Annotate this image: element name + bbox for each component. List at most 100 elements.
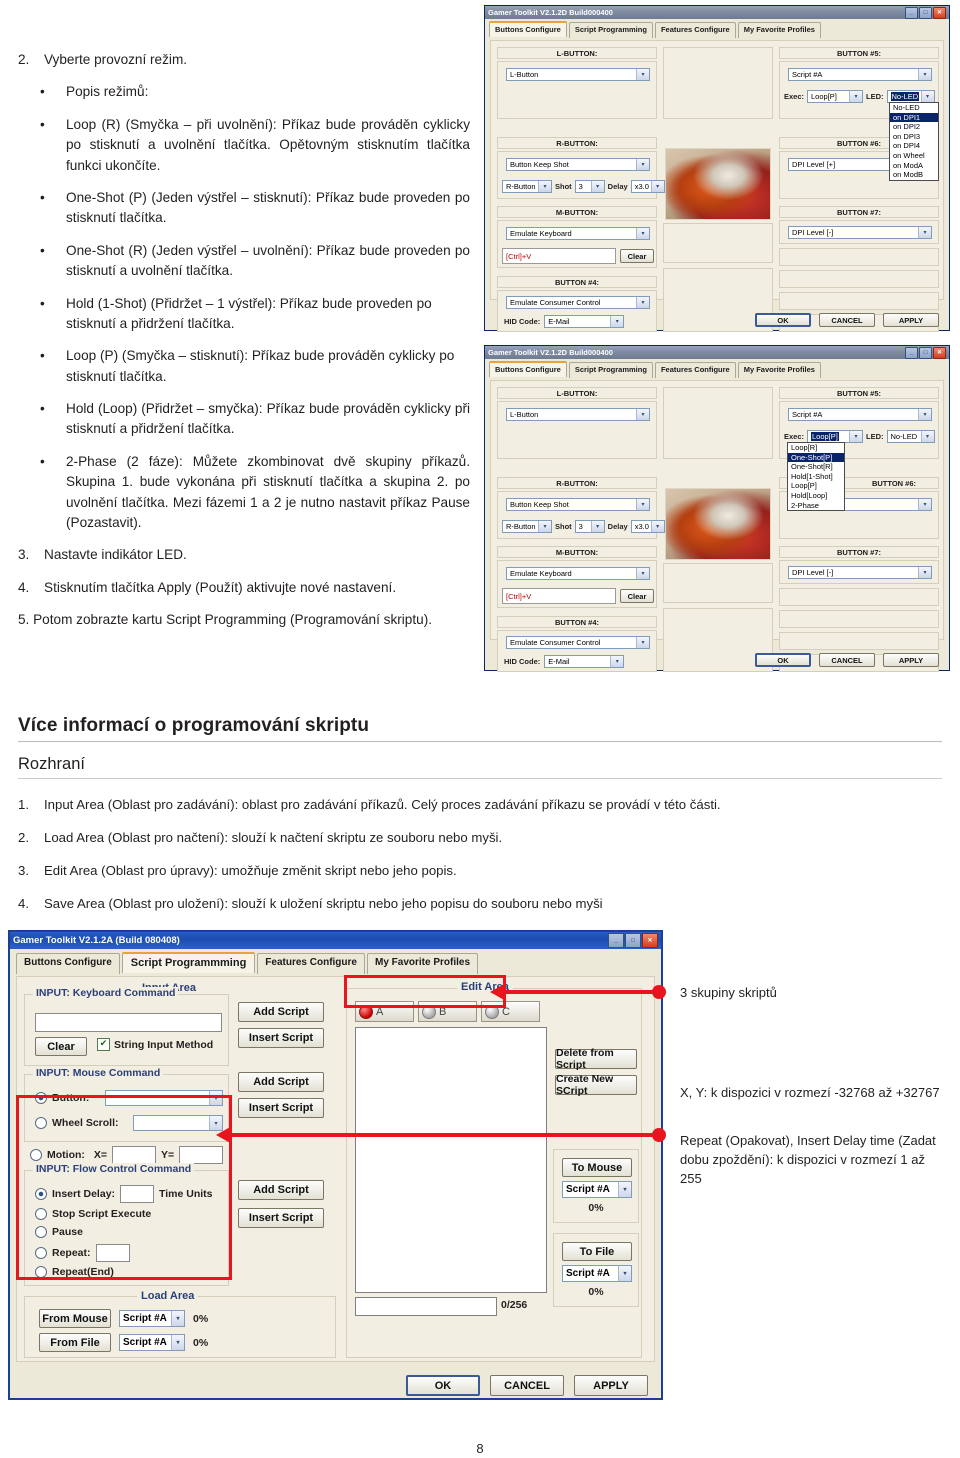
hid-select[interactable]: E-Mail ▾ [544, 655, 625, 668]
close-icon[interactable]: ✕ [933, 346, 946, 359]
radio-unselected-icon[interactable] [35, 1266, 47, 1278]
script-slot-tabs[interactable]: A B C [355, 1001, 540, 1022]
tab-script-programming[interactable]: Script Programming [568, 362, 653, 378]
repeat-input[interactable] [95, 1244, 130, 1262]
exec-option-6[interactable]: 2-Phase [788, 501, 844, 511]
wheel-scroll-row[interactable]: Wheel Scroll: ▾ [35, 1115, 223, 1131]
led-option-1[interactable]: on DPI1 [890, 112, 938, 123]
led-select[interactable]: No-LED ▾ [886, 430, 935, 443]
script-list-box[interactable] [355, 1027, 547, 1293]
window-controls[interactable]: _ □ ✕ [905, 6, 946, 19]
mouse-button-row[interactable]: Button: ▾ [35, 1090, 223, 1106]
ok-button[interactable]: OK [406, 1375, 480, 1396]
exec-option-0[interactable]: Loop[R] [788, 443, 844, 453]
tab-bar[interactable]: Buttons Configure Script Programming Fea… [485, 359, 949, 378]
script-slot-b[interactable]: B [418, 1001, 477, 1022]
checkbox-icon[interactable]: ✔ [97, 1038, 110, 1051]
tab-my-favorite-profiles[interactable]: My Favorite Profiles [737, 22, 821, 38]
from-mouse-script-select[interactable]: Script #A ▾ [119, 1310, 185, 1327]
to-mouse-button[interactable]: To Mouse [562, 1158, 632, 1177]
apply-button[interactable]: APPLY [883, 313, 939, 327]
from-file-row[interactable]: From File Script #A ▾ 0% [39, 1333, 208, 1352]
tab-features-configure[interactable]: Features Configure [257, 953, 365, 974]
script-slot-c[interactable]: C [481, 1001, 540, 1022]
ok-button[interactable]: OK [755, 653, 811, 667]
insert-script-button-mouse[interactable]: Insert Script [238, 1098, 324, 1118]
pause-row[interactable]: Pause [35, 1226, 83, 1238]
led-option-4[interactable]: on DPI4 [890, 141, 938, 151]
lbutton-select[interactable]: L-Button ▾ [506, 408, 650, 421]
clear-button[interactable]: Clear [35, 1037, 87, 1056]
tab-buttons-configure[interactable]: Buttons Configure [489, 361, 567, 377]
maximize-icon[interactable]: □ [625, 933, 641, 948]
cancel-button[interactable]: CANCEL [819, 313, 875, 327]
tab-features-configure[interactable]: Features Configure [654, 362, 736, 378]
maximize-icon[interactable]: □ [919, 346, 932, 359]
script-slot-a[interactable]: A [355, 1001, 414, 1022]
window-controls[interactable]: _ □ ✕ [905, 346, 946, 359]
led-option-2[interactable]: on DPI2 [890, 122, 938, 132]
to-file-script-select[interactable]: Script #A ▾ [562, 1265, 632, 1282]
motion-x-input[interactable] [112, 1146, 157, 1164]
radio-selected-icon[interactable] [35, 1092, 47, 1104]
clear-button[interactable]: Clear [620, 249, 654, 263]
tab-my-favorite-profiles[interactable]: My Favorite Profiles [737, 362, 821, 378]
apply-button[interactable]: APPLY [883, 653, 939, 667]
tab-buttons-configure[interactable]: Buttons Configure [489, 21, 567, 37]
from-file-script-select[interactable]: Script #A ▾ [119, 1334, 185, 1351]
add-script-button-keyboard[interactable]: Add Script [238, 1002, 324, 1022]
tab-features-configure[interactable]: Features Configure [654, 22, 736, 38]
from-file-button[interactable]: From File [39, 1333, 111, 1352]
button4-select[interactable]: Emulate Consumer Control ▾ [506, 296, 650, 309]
button5-select[interactable]: Script #A ▾ [788, 408, 932, 421]
add-script-button-mouse[interactable]: Add Script [238, 1072, 324, 1092]
mbutton-select[interactable]: Emulate Keyboard ▾ [506, 567, 650, 580]
minimize-icon[interactable]: _ [608, 933, 624, 948]
clear-button[interactable]: Clear [620, 589, 654, 603]
insert-delay-row[interactable]: Insert Delay: Time Units [35, 1185, 213, 1203]
tab-script-programming[interactable]: Script Programmming [121, 952, 256, 973]
cancel-button[interactable]: CANCEL [819, 653, 875, 667]
led-option-6[interactable]: on ModA [890, 161, 938, 171]
mbutton-select[interactable]: Emulate Keyboard ▾ [506, 227, 650, 240]
led-dropdown-list[interactable]: No-LED on DPI1 on DPI2 on DPI3 on DPI4 o… [889, 102, 939, 181]
led-option-7[interactable]: on ModB [890, 170, 938, 180]
gamer-toolkit-window-1[interactable]: Gamer Toolkit V2.1.2D Build000400 _ □ ✕ … [484, 5, 950, 332]
apply-button[interactable]: APPLY [574, 1375, 648, 1396]
rbutton-select[interactable]: Button Keep Shot ▾ [506, 158, 650, 171]
wheel-scroll-select[interactable]: ▾ [133, 1115, 223, 1131]
close-icon[interactable]: ✕ [933, 6, 946, 19]
keyboard-macro-input[interactable]: [Ctrl]+V [502, 588, 616, 604]
delay-select[interactable]: x3.0 ▾ [630, 180, 665, 193]
minimize-icon[interactable]: _ [905, 346, 918, 359]
exec-select[interactable]: Loop[P] ▾ [807, 90, 864, 103]
exec-option-1[interactable]: One-Shot[P] [788, 452, 844, 463]
tab-my-favorite-profiles[interactable]: My Favorite Profiles [366, 953, 479, 974]
repeat-end-row[interactable]: Repeat(End) [35, 1266, 114, 1278]
close-icon[interactable]: ✕ [642, 933, 658, 948]
window-controls[interactable]: _ □ ✕ [608, 933, 658, 948]
delete-from-script-button[interactable]: Delete from Script [555, 1047, 637, 1071]
insert-script-button-keyboard[interactable]: Insert Script [238, 1028, 324, 1048]
motion-y-input[interactable] [179, 1146, 224, 1164]
add-script-button-flow[interactable]: Add Script [238, 1180, 324, 1200]
from-mouse-row[interactable]: From Mouse Script #A ▾ 0% [39, 1309, 208, 1328]
create-new-script-button[interactable]: Create New SCript [555, 1073, 637, 1097]
tab-script-programming[interactable]: Script Programming [568, 22, 653, 38]
repeat-row[interactable]: Repeat: [35, 1244, 130, 1262]
to-file-button[interactable]: To File [562, 1242, 632, 1261]
motion-row[interactable]: Motion: X= Y= [30, 1146, 224, 1164]
radio-unselected-icon[interactable] [35, 1247, 47, 1259]
footer-buttons[interactable]: OK CANCEL APPLY [755, 313, 939, 327]
script-description-input[interactable] [355, 1297, 497, 1316]
shot-select[interactable]: 3 ▾ [574, 180, 605, 193]
from-mouse-button[interactable]: From Mouse [39, 1309, 111, 1328]
led-option-0[interactable]: No-LED [890, 103, 938, 113]
exec-option-3[interactable]: Hold[1-Shot] [788, 472, 844, 482]
tab-buttons-configure[interactable]: Buttons Configure [16, 953, 120, 974]
insert-delay-input[interactable] [120, 1185, 155, 1203]
tab-bar[interactable]: Buttons Configure Script Programming Fea… [485, 19, 949, 38]
exec-option-5[interactable]: Hold[Loop] [788, 491, 844, 501]
exec-option-4[interactable]: Loop[P] [788, 481, 844, 491]
to-mouse-script-select[interactable]: Script #A ▾ [562, 1181, 632, 1198]
